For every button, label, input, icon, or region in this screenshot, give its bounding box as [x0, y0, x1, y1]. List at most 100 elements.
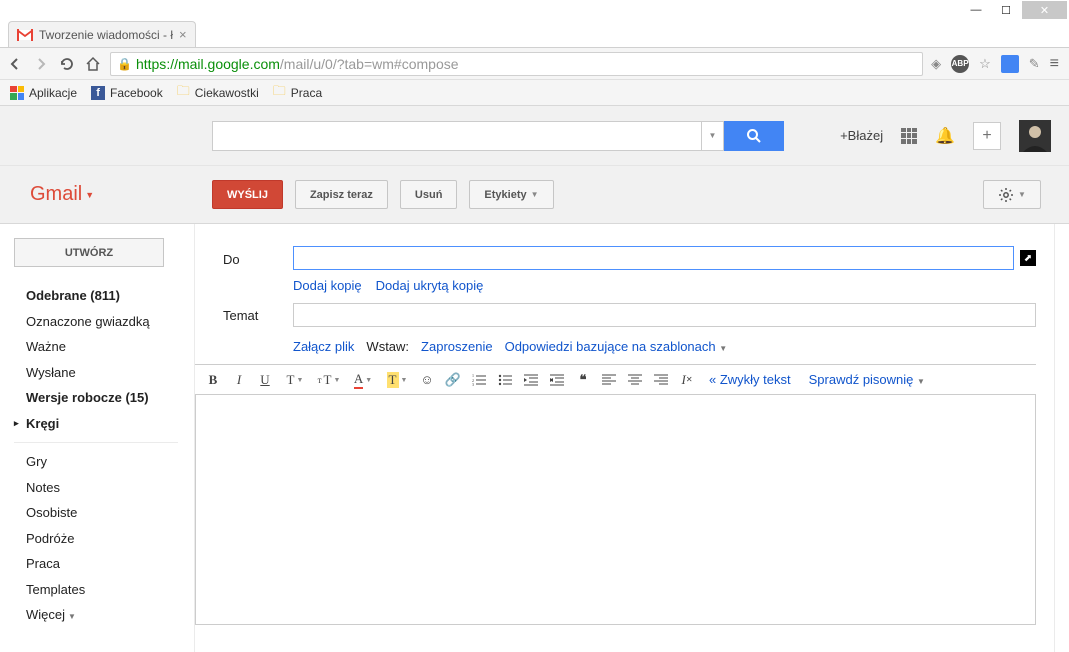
send-button[interactable]: WYŚLIJ — [212, 180, 283, 209]
compose-panel: Do Temat ⬈ Dodaj kopię Dodaj ukrytą kopi… — [195, 224, 1055, 652]
ordered-list-button[interactable]: 123 — [467, 368, 491, 392]
save-now-button[interactable]: Zapisz teraz — [295, 180, 388, 209]
sidebar-label-gry[interactable]: Gry — [14, 449, 194, 475]
lock-icon: 🔒 — [117, 57, 132, 71]
share-button[interactable]: + — [973, 122, 1001, 150]
apps-shortcut[interactable]: Aplikacje — [10, 86, 77, 100]
canned-responses-link[interactable]: Odpowiedzi bazujące na szablonach ▼ — [505, 339, 728, 354]
insert-invitation-link[interactable]: Zaproszenie — [421, 339, 493, 354]
folder-icon: 🗀 — [273, 82, 286, 104]
emoji-button[interactable]: ☺ — [415, 368, 439, 392]
discard-button[interactable]: Usuń — [400, 180, 458, 209]
sidebar-drafts[interactable]: Wersje robocze (15) — [14, 385, 194, 411]
folder-icon: 🗀 — [177, 82, 190, 104]
star-icon[interactable]: ☆ — [979, 56, 991, 72]
brand-text: Gmail — [30, 183, 82, 206]
brand-dropdown-icon: ▼ — [85, 190, 94, 200]
sidebar-important[interactable]: Ważne — [14, 334, 194, 360]
add-bcc-link[interactable]: Dodaj ukrytą kopię — [376, 278, 484, 293]
compose-button[interactable]: UTWÓRZ — [14, 238, 164, 267]
avatar[interactable] — [1019, 120, 1051, 152]
browser-tab[interactable]: Tworzenie wiadomości - ł × — [8, 21, 196, 47]
window-controls: — ☐ ✕ — [0, 0, 1069, 20]
settings-button[interactable]: ▼ — [983, 180, 1041, 209]
underline-button[interactable]: U — [253, 368, 277, 392]
search-dropdown[interactable]: ▼ — [702, 121, 724, 151]
sidebar-label-podroze[interactable]: Podróże — [14, 526, 194, 552]
bookmark-praca[interactable]: 🗀 Praca — [273, 82, 322, 104]
bookmarks-bar: Aplikacje f Facebook 🗀 Ciekawostki 🗀 Pra… — [0, 80, 1069, 106]
adblock-icon[interactable]: ABP — [951, 55, 969, 73]
font-family-button[interactable]: T▼ — [279, 368, 311, 392]
apps-icon — [10, 86, 24, 100]
font-size-button[interactable]: тT▼ — [313, 368, 345, 392]
sidebar-circles[interactable]: Kręgi — [14, 411, 194, 437]
align-left-button[interactable] — [597, 368, 621, 392]
align-center-button[interactable] — [623, 368, 647, 392]
forward-button[interactable] — [32, 55, 50, 73]
remove-format-button[interactable]: I✕ — [675, 368, 699, 392]
search-icon — [746, 128, 762, 144]
add-cc-link[interactable]: Dodaj kopię — [293, 278, 362, 293]
gmail-favicon — [17, 29, 33, 41]
popout-icon[interactable]: ⬈ — [1020, 250, 1036, 266]
tab-close-icon[interactable]: × — [179, 27, 187, 42]
reader-icon[interactable]: ◈ — [931, 56, 941, 72]
search-input[interactable] — [212, 121, 702, 151]
maximize-button[interactable]: ☐ — [992, 1, 1020, 19]
indent-button[interactable] — [545, 368, 569, 392]
plain-text-link[interactable]: « Zwykły tekst — [701, 372, 799, 387]
highlight-button[interactable]: T▼ — [381, 368, 413, 392]
attach-file-link[interactable]: Załącz plik — [293, 339, 354, 354]
text-color-button[interactable]: A▼ — [347, 368, 379, 392]
to-input[interactable] — [293, 246, 1014, 270]
reload-button[interactable] — [58, 55, 76, 73]
sidebar-label-osobiste[interactable]: Osobiste — [14, 500, 194, 526]
check-spelling-link[interactable]: Sprawdź pisownię ▼ — [801, 372, 933, 387]
tab-title: Tworzenie wiadomości - ł — [39, 28, 173, 42]
close-window-button[interactable]: ✕ — [1022, 1, 1067, 19]
align-right-button[interactable] — [649, 368, 673, 392]
gear-icon — [998, 187, 1014, 203]
quote-button[interactable]: ❝ — [571, 368, 595, 392]
bullet-list-button[interactable] — [493, 368, 517, 392]
bookmark-label: Ciekawostki — [195, 86, 259, 100]
labels-label: Etykiety — [484, 189, 526, 201]
sidebar-sent[interactable]: Wysłane — [14, 360, 194, 386]
browser-tab-bar: Tworzenie wiadomości - ł × — [0, 20, 1069, 48]
message-body[interactable] — [195, 395, 1036, 625]
gmail-brand[interactable]: Gmail ▼ — [0, 183, 212, 206]
user-name[interactable]: +Błażej — [840, 128, 883, 143]
bookmark-facebook[interactable]: f Facebook — [91, 86, 163, 100]
extension-icon[interactable] — [1001, 55, 1019, 73]
link-button[interactable]: 🔗 — [441, 368, 465, 392]
subject-input[interactable] — [293, 303, 1036, 327]
search-button[interactable] — [724, 121, 784, 151]
apps-grid-icon[interactable] — [901, 128, 917, 144]
bold-button[interactable]: B — [201, 368, 225, 392]
italic-button[interactable]: I — [227, 368, 251, 392]
edit-extension-icon[interactable]: ✎ — [1029, 56, 1040, 72]
sidebar-label-praca[interactable]: Praca — [14, 551, 194, 577]
sidebar-starred[interactable]: Oznaczone gwiazdką — [14, 309, 194, 335]
chevron-down-icon: ▼ — [719, 344, 727, 353]
chevron-down-icon: ▼ — [68, 612, 76, 621]
sidebar-inbox[interactable]: Odebrane (811) — [14, 283, 194, 309]
minimize-button[interactable]: — — [962, 1, 990, 19]
home-button[interactable] — [84, 55, 102, 73]
labels-button[interactable]: Etykiety ▼ — [469, 180, 553, 209]
outdent-button[interactable] — [519, 368, 543, 392]
subject-label: Temat — [223, 302, 293, 328]
notifications-icon[interactable]: 🔔 — [935, 126, 955, 146]
apps-label: Aplikacje — [29, 86, 77, 100]
sidebar-label-notes[interactable]: Notes — [14, 475, 194, 501]
url-bar[interactable]: 🔒 https://mail.google.com/mail/u/0/?tab=… — [110, 52, 923, 76]
sidebar-label-templates[interactable]: Templates — [14, 577, 194, 603]
bookmark-ciekawostki[interactable]: 🗀 Ciekawostki — [177, 82, 259, 104]
svg-text:3: 3 — [472, 382, 474, 387]
sidebar-more[interactable]: Więcej▼ — [14, 602, 194, 628]
main-area: UTWÓRZ Odebrane (811) Oznaczone gwiazdką… — [0, 224, 1069, 652]
chrome-menu-icon[interactable]: ≡ — [1050, 55, 1059, 73]
back-button[interactable] — [6, 55, 24, 73]
dropdown-icon: ▼ — [531, 190, 539, 199]
